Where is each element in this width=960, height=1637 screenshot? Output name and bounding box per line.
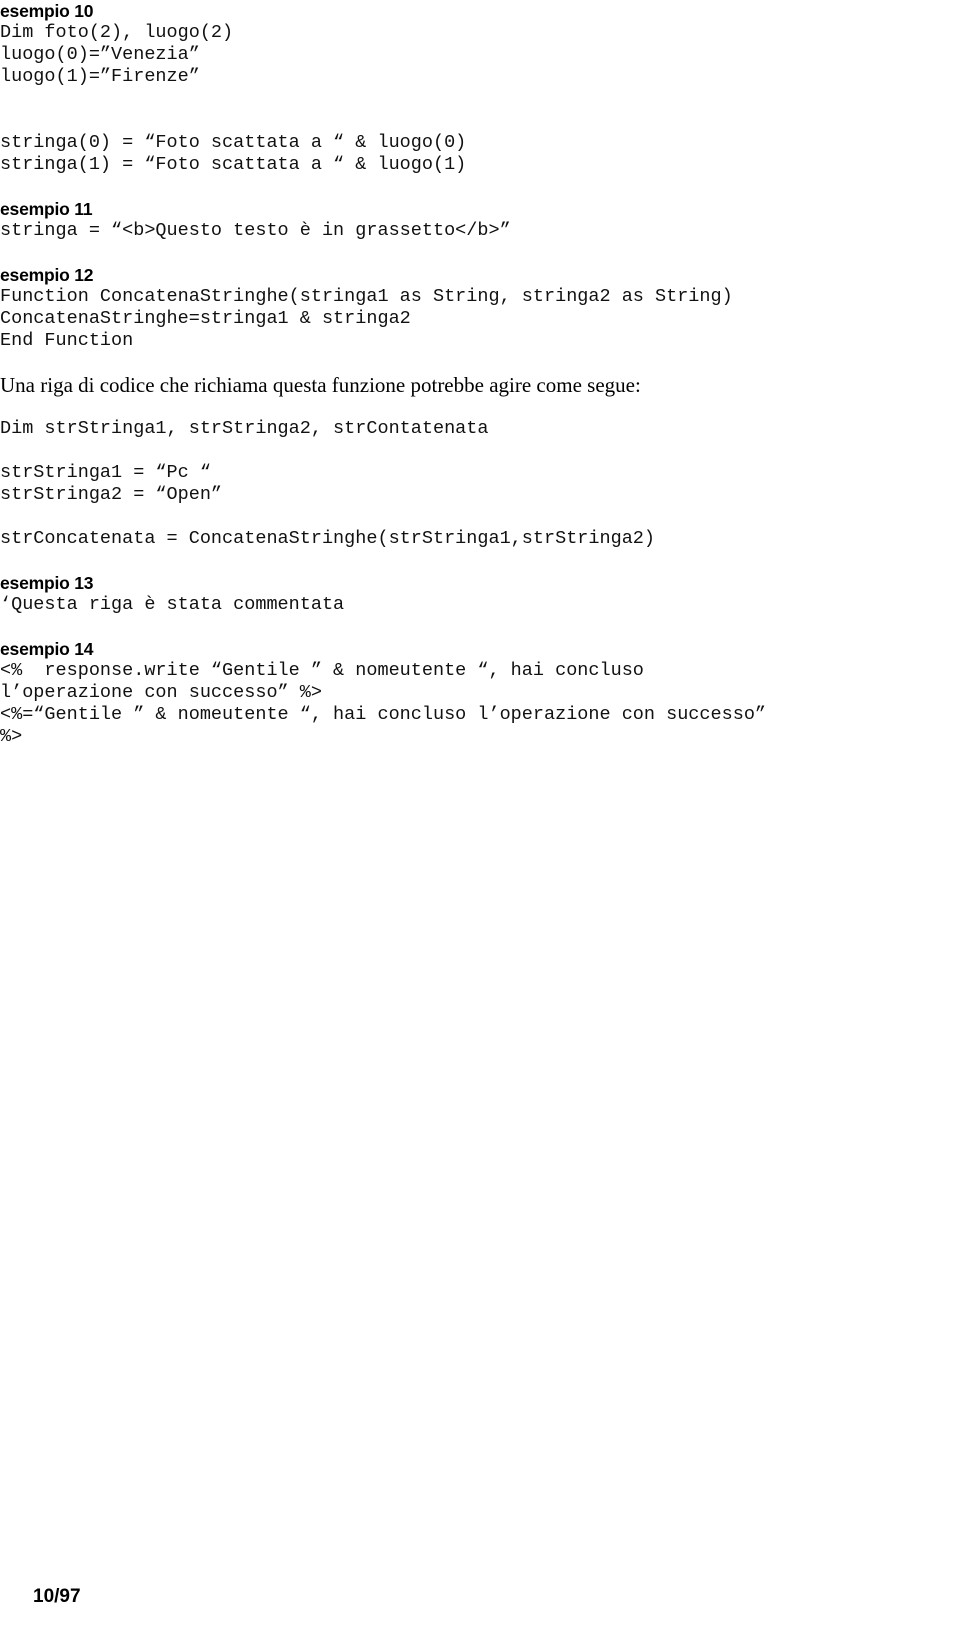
prose-line: Una riga di codice che richiama questa f… [0,373,641,397]
code-line: luogo(0)=”Venezia” [0,44,200,65]
code-line: <% response.write “Gentile ” & nomeutent… [0,660,644,681]
document-page: esempio 10 Dim foto(2), luogo(2) luogo(0)=… [0,0,960,1637]
code-line: Dim foto(2), luogo(2) [0,22,234,43]
code-line: <%=“Gentile ” & nomeutente “, hai conclu… [0,704,767,725]
code-line: Function ConcatenaStringhe(stringa1 as S… [0,286,733,307]
code-line: ConcatenaStringhe=stringa1 & stringa2 [0,308,411,329]
code-line: Dim strStringa1, strStringa2, strContate… [0,418,489,439]
code-line: End Function [0,330,134,351]
example-heading: esempio 12 [0,265,94,285]
code-line: l’operazione con successo” %> [0,682,322,703]
code-line: luogo(1)=”Firenze” [0,66,200,87]
code-line: strStringa1 = “Pc “ [0,462,211,483]
code-line: strStringa2 = “Open” [0,484,223,505]
page-number-footer: 10/97 [33,1586,81,1607]
code-line: ‘Questa riga è stata commentata [0,594,345,615]
code-line: %> [0,726,23,747]
example-heading: esempio 11 [0,199,93,219]
example-heading: esempio 10 [0,1,94,21]
document-body: esempio 10 Dim foto(2), luogo(2) luogo(0)=… [0,0,960,748]
code-line: stringa(1) = “Foto scattata a “ & luogo(… [0,154,467,175]
example-heading: esempio 13 [0,573,94,593]
example-heading: esempio 14 [0,639,94,659]
code-line: strConcatenata = ConcatenaStringhe(strSt… [0,528,656,549]
code-line: stringa(0) = “Foto scattata a “ & luogo(… [0,132,467,153]
code-line: stringa = “<b>Questo testo è in grassett… [0,220,511,241]
